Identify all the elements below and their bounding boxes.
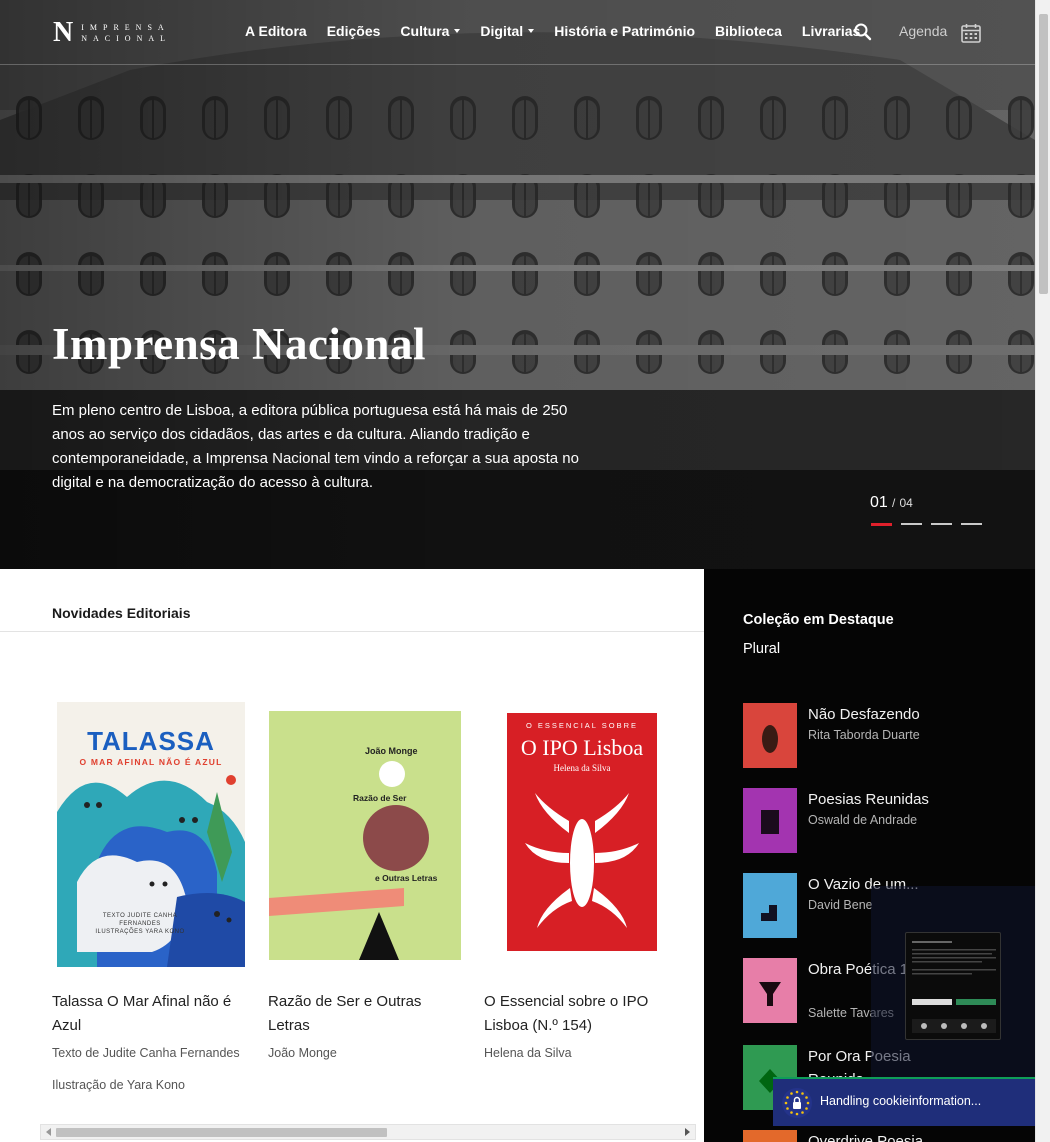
search-icon[interactable] bbox=[853, 22, 873, 42]
slide-dot-3[interactable] bbox=[931, 523, 952, 525]
slide-total: 04 bbox=[899, 496, 913, 510]
collection-item[interactable]: Não Desfazendo Rita Taborda Duarte bbox=[743, 703, 1003, 768]
news-divider bbox=[0, 631, 704, 632]
talassa-cover-subtitle: O MAR AFINAL NÃO É AZUL bbox=[79, 757, 223, 767]
hero-slider: Imprensa Nacional Em pleno centro de Lis… bbox=[0, 0, 1035, 569]
page-scrollbar[interactable] bbox=[1035, 0, 1050, 1142]
slide-separator: / bbox=[891, 496, 896, 510]
nav-label: Biblioteca bbox=[715, 23, 782, 39]
book-author: Texto de Judite Canha Fernandes bbox=[52, 1046, 240, 1060]
cookie-dialog-thumbnail[interactable] bbox=[905, 932, 1001, 1040]
calendar-icon[interactable] bbox=[960, 22, 982, 44]
book-illustrator: Ilustração de Yara Kono bbox=[52, 1078, 185, 1092]
slide-dot-4[interactable] bbox=[961, 523, 982, 525]
logo-letter: N bbox=[53, 17, 74, 48]
collection-item-title: Poesias Reunidas bbox=[808, 791, 929, 808]
collection-name[interactable]: Plural bbox=[743, 641, 780, 657]
collection-item-author: David Bene bbox=[808, 898, 873, 912]
book-cover-razao-de-ser[interactable]: João Monge Razão de Ser e Outras Letras bbox=[269, 711, 461, 960]
ipo-cover-author: Helena da Silva bbox=[553, 763, 611, 773]
collection-item-title: Não Desfazendo bbox=[808, 706, 920, 723]
nav-digital[interactable]: Digital bbox=[480, 23, 535, 39]
logo-wordmark: IMPRENSA NACIONAL bbox=[81, 22, 171, 44]
talassa-cover-credits: TEXTO JUDITE CANHA FERNANDES ILUSTRAÇÕES… bbox=[95, 913, 185, 935]
caret-down-icon bbox=[528, 29, 535, 33]
razao-cover-title-1: Razão de Ser bbox=[353, 793, 407, 803]
cookie-consent-bar[interactable]: Handling cookieinformation... bbox=[773, 1077, 1035, 1126]
collection-item[interactable]: Overdrive Poesia bbox=[743, 1130, 1003, 1142]
collection-item[interactable]: Poesias Reunidas Oswald de Andrade bbox=[743, 788, 1003, 853]
books-scrollbar-thumb[interactable] bbox=[56, 1128, 387, 1137]
cookie-status-label: Handling cookieinformation... bbox=[820, 1094, 982, 1108]
nav-label: Edições bbox=[326, 23, 381, 39]
slide-current: 01 bbox=[870, 494, 888, 511]
nav-cultura[interactable]: Cultura bbox=[400, 23, 461, 39]
slide-dot-1[interactable] bbox=[871, 523, 892, 526]
scroll-left-arrow-icon[interactable] bbox=[46, 1128, 51, 1136]
page-scrollbar-thumb[interactable] bbox=[1039, 14, 1048, 294]
nav-biblioteca[interactable]: Biblioteca bbox=[715, 23, 782, 39]
book-author: Helena da Silva bbox=[484, 1046, 572, 1060]
site-logo[interactable]: N IMPRENSA NACIONAL bbox=[53, 17, 171, 48]
slide-dot-2[interactable] bbox=[901, 523, 922, 525]
cookie-lock-icon bbox=[782, 1088, 812, 1118]
logo-line-2: NACIONAL bbox=[81, 34, 172, 43]
books-scrollbar[interactable] bbox=[40, 1124, 696, 1140]
slide-pagination bbox=[871, 523, 982, 526]
collection-item-cover bbox=[743, 703, 797, 768]
book-author: João Monge bbox=[268, 1046, 337, 1060]
nav-a-editora[interactable]: A Editora bbox=[245, 23, 307, 39]
ipo-cover-kicker: O ESSENCIAL SOBRE bbox=[525, 721, 639, 730]
news-heading: Novidades Editoriais bbox=[52, 605, 191, 621]
razao-cover-author: João Monge bbox=[365, 746, 418, 756]
slide-counter: 01 / 04 bbox=[870, 494, 913, 512]
hero-description: Em pleno centro de Lisboa, a editora púb… bbox=[52, 402, 579, 491]
nav-label: Livrarias bbox=[801, 23, 861, 39]
collection-item-cover bbox=[743, 788, 797, 853]
collection-heading: Coleção em Destaque bbox=[743, 612, 894, 628]
nav-historia-patrimonio[interactable]: História e Património bbox=[554, 23, 695, 39]
cookie-dialog-miniature bbox=[912, 941, 996, 1033]
nav-label: Digital bbox=[480, 23, 524, 39]
collection-item-author: Oswald de Andrade bbox=[808, 813, 918, 827]
razao-cover-title-2: e Outras Letras bbox=[375, 873, 438, 883]
agenda-link[interactable]: Agenda bbox=[899, 23, 947, 39]
nav-edicoes[interactable]: Edições bbox=[327, 23, 381, 39]
nav-label: A Editora bbox=[245, 23, 307, 39]
caret-down-icon bbox=[454, 29, 461, 33]
talassa-cover-title: TALASSA bbox=[87, 726, 215, 756]
book-title[interactable]: Talassa O Mar Afinal não é Azul bbox=[52, 990, 252, 1038]
logo-line-1: IMPRENSA bbox=[81, 23, 170, 32]
collection-item-title: Overdrive Poesia bbox=[808, 1133, 924, 1142]
collection-item-author: Rita Taborda Duarte bbox=[808, 728, 920, 742]
nav-label: História e Património bbox=[554, 23, 696, 39]
nav-livrarias[interactable]: Livrarias bbox=[802, 23, 860, 39]
book-cover-ipo-lisboa[interactable]: O ESSENCIAL SOBRE O IPO Lisboa Helena da… bbox=[507, 713, 657, 951]
scroll-right-arrow-icon[interactable] bbox=[685, 1128, 690, 1136]
book-title[interactable]: Razão de Ser e Outras Letras bbox=[268, 990, 458, 1038]
collection-item-cover bbox=[743, 958, 797, 1023]
book-cover-talassa[interactable]: TALASSA O MAR AFINAL NÃO É AZUL TEXTO JU… bbox=[57, 702, 245, 967]
collection-item-cover bbox=[743, 1130, 797, 1142]
site-header: N IMPRENSA NACIONAL A Editora Edições Cu… bbox=[0, 0, 1035, 65]
nav-label: Cultura bbox=[400, 23, 450, 39]
hero-title: Imprensa Nacional bbox=[52, 319, 426, 369]
main-nav: A Editora Edições Cultura Digital Histór… bbox=[245, 23, 860, 39]
book-title[interactable]: O Essencial sobre o IPO Lisboa (N.º 154) bbox=[484, 990, 679, 1038]
ipo-cover-title: O IPO Lisboa bbox=[520, 735, 644, 760]
collection-item-cover bbox=[743, 873, 797, 938]
